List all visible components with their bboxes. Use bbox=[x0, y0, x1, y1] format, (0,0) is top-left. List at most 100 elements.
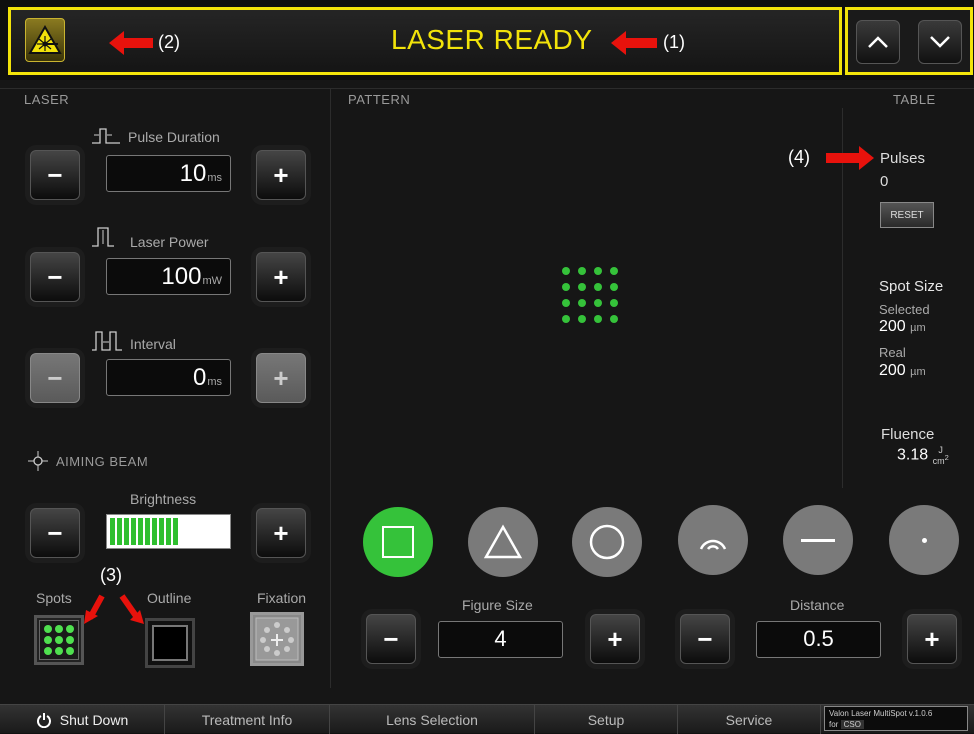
annotation-3: (3) bbox=[100, 565, 122, 585]
version-vendor-name: CSO bbox=[840, 720, 864, 729]
pattern-spot bbox=[562, 315, 570, 323]
service-button[interactable]: Service bbox=[678, 705, 821, 734]
brightness-plus-button[interactable]: + bbox=[256, 508, 306, 558]
fixation-button[interactable] bbox=[250, 612, 304, 666]
version-vendor: for CSO bbox=[829, 719, 963, 730]
version-info: Valon Laser MultiSpot v.1.0.6 for CSO bbox=[824, 706, 968, 731]
single-spot-shape-button[interactable] bbox=[889, 505, 959, 575]
pulse-duration-field[interactable]: 10ms bbox=[106, 155, 231, 192]
interval-field[interactable]: 0ms bbox=[106, 359, 231, 396]
aiming-beam-title: AIMING BEAM bbox=[56, 454, 149, 469]
circle-shape-button[interactable] bbox=[572, 507, 642, 577]
dot-icon bbox=[921, 537, 927, 543]
fluence-label: Fluence bbox=[881, 426, 935, 443]
pulses-label: Pulses bbox=[880, 150, 926, 167]
fluence-unit-bottom: cm bbox=[932, 456, 945, 466]
interval-icon bbox=[92, 331, 122, 351]
setup-button[interactable]: Setup bbox=[535, 705, 678, 734]
fluence-unit-exp: 2 bbox=[944, 453, 949, 462]
interval-plus-button[interactable]: + bbox=[256, 353, 306, 403]
arc-shape-button[interactable] bbox=[678, 505, 748, 575]
laser-power-plus-button[interactable]: + bbox=[256, 252, 306, 302]
pattern-spot bbox=[578, 299, 586, 307]
reset-button[interactable]: RESET bbox=[880, 202, 934, 228]
interval-label: Interval bbox=[130, 336, 176, 352]
pattern-spot bbox=[594, 315, 602, 323]
figure-size-plus-button[interactable]: + bbox=[590, 614, 640, 664]
figure-size-label: Figure Size bbox=[462, 597, 533, 613]
lens-selection-button[interactable]: Lens Selection bbox=[330, 705, 535, 734]
selected-label: Selected bbox=[879, 302, 930, 317]
brightness-label: Brightness bbox=[130, 491, 197, 507]
laser-power-unit: mW bbox=[202, 275, 222, 287]
real-label: Real bbox=[879, 345, 906, 360]
pattern-preview bbox=[562, 267, 624, 329]
version-for: for bbox=[829, 720, 839, 729]
navigation-arrows bbox=[845, 7, 973, 75]
pattern-spot bbox=[562, 267, 570, 275]
real-unit: µm bbox=[910, 366, 926, 378]
distance-field[interactable]: 0.5 bbox=[756, 621, 881, 658]
pulse-duration-minus-button[interactable]: − bbox=[30, 150, 80, 200]
pattern-spot bbox=[578, 283, 586, 291]
annotation-2: (2) bbox=[158, 32, 180, 52]
divider bbox=[842, 108, 843, 488]
laser-warning-icon[interactable] bbox=[25, 18, 65, 62]
divider bbox=[330, 88, 331, 688]
pattern-spot bbox=[562, 299, 570, 307]
laser-section-title: LASER bbox=[24, 92, 70, 107]
annotation-arrow-1 bbox=[611, 31, 657, 55]
pulse-duration-label: Pulse Duration bbox=[128, 129, 220, 145]
fluence-value: 3.18 Jcm2 bbox=[897, 446, 949, 466]
treatment-info-button[interactable]: Treatment Info bbox=[165, 705, 330, 734]
pattern-spot bbox=[610, 283, 618, 291]
line-shape-button[interactable] bbox=[783, 505, 853, 575]
laser-power-minus-button[interactable]: − bbox=[30, 252, 80, 302]
pulse-duration-plus-button[interactable]: + bbox=[256, 150, 306, 200]
divider bbox=[0, 88, 974, 89]
outline-button[interactable] bbox=[145, 618, 195, 668]
real-value: 200 µm bbox=[879, 362, 926, 380]
square-shape-button[interactable] bbox=[363, 507, 433, 577]
laser-power-icon bbox=[92, 227, 114, 247]
annotation-arrow-4 bbox=[826, 146, 874, 170]
brightness-minus-button[interactable]: − bbox=[30, 508, 80, 558]
real-number: 200 bbox=[879, 362, 906, 379]
status-bar: (2) LASER READY (1) bbox=[8, 7, 842, 75]
laser-status-text: LASER READY bbox=[391, 24, 593, 55]
interval-value: 0 bbox=[192, 364, 207, 391]
top-bar: (2) LASER READY (1) bbox=[0, 0, 974, 80]
selected-value: 200 µm bbox=[879, 318, 926, 336]
interval-minus-button[interactable]: − bbox=[30, 353, 80, 403]
pulse-duration-icon bbox=[92, 128, 120, 144]
chevron-up-button[interactable] bbox=[856, 20, 900, 64]
spots-button[interactable] bbox=[34, 615, 84, 665]
power-icon bbox=[36, 712, 51, 728]
annotation-4: (4) bbox=[788, 147, 810, 167]
pulses-value: 0 bbox=[880, 173, 889, 190]
distance-minus-button[interactable]: − bbox=[680, 614, 730, 664]
pattern-spot bbox=[610, 299, 618, 307]
laser-power-field[interactable]: 100mW bbox=[106, 258, 231, 295]
circle-icon bbox=[589, 524, 625, 560]
pattern-spot bbox=[562, 283, 570, 291]
pattern-section-title: PATTERN bbox=[348, 92, 411, 107]
chevron-down-button[interactable] bbox=[918, 20, 962, 64]
pulse-duration-unit: ms bbox=[207, 172, 222, 184]
brightness-bar[interactable] bbox=[106, 514, 231, 549]
annotation-1: (1) bbox=[663, 32, 685, 52]
table-section-title: TABLE bbox=[893, 92, 936, 107]
pattern-spot bbox=[594, 267, 602, 275]
figure-size-field[interactable]: 4 bbox=[438, 621, 563, 658]
figure-size-minus-button[interactable]: − bbox=[366, 614, 416, 664]
triangle-shape-button[interactable] bbox=[468, 507, 538, 577]
shut-down-button[interactable]: Shut Down bbox=[0, 705, 165, 734]
brightness-fill bbox=[110, 518, 181, 545]
fixation-icon bbox=[255, 617, 299, 661]
app-window: (2) LASER READY (1) LASER Pulse Duration… bbox=[0, 0, 974, 734]
annotation-arrow-2 bbox=[109, 31, 153, 55]
selected-number: 200 bbox=[879, 318, 906, 335]
crosshair-icon bbox=[28, 451, 48, 471]
arc-icon bbox=[699, 539, 727, 550]
distance-plus-button[interactable]: + bbox=[907, 614, 957, 664]
